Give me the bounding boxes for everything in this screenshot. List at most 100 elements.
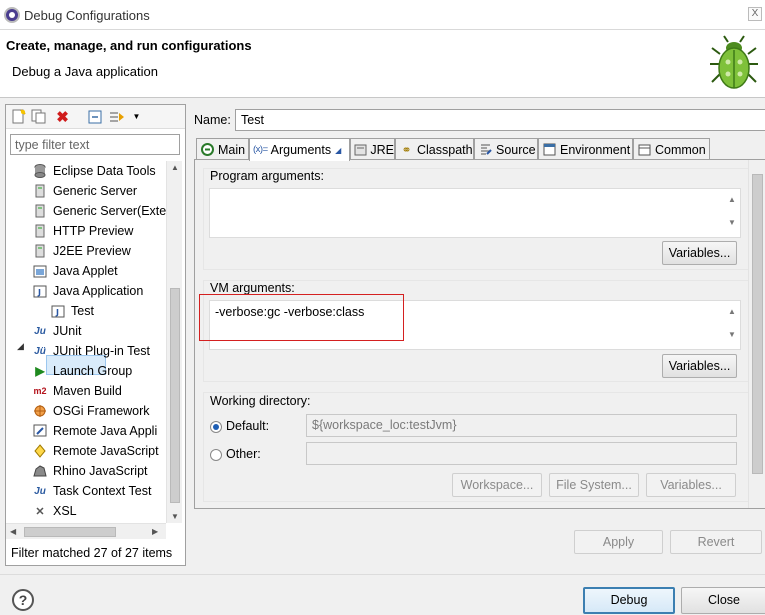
- delete-icon[interactable]: ✖: [54, 108, 71, 126]
- filter-status: Filter matched 27 of 27 items: [11, 546, 173, 560]
- working-dir-variables-button[interactable]: Variables...: [646, 473, 736, 497]
- scroll-thumb[interactable]: [170, 288, 180, 503]
- launch-group-icon: ▶: [35, 364, 45, 378]
- duplicate-icon[interactable]: [30, 108, 47, 125]
- tab-label: Classpath: [417, 142, 473, 157]
- tree-item[interactable]: ✕ XSL: [33, 501, 76, 521]
- rhino-icon: [33, 464, 47, 478]
- close-button[interactable]: Close: [681, 587, 765, 614]
- tab-common[interactable]: Common: [633, 138, 710, 160]
- tree-item[interactable]: ▶ Launch Group: [33, 361, 132, 381]
- tab-source[interactable]: Source: [474, 138, 538, 160]
- java-app-icon: J: [33, 284, 47, 298]
- environment-icon: [542, 143, 557, 157]
- launch-config-toolbar: ✖ ▼: [6, 105, 185, 129]
- help-icon[interactable]: ?: [12, 589, 34, 611]
- tree-item-label: Launch Group: [53, 364, 133, 378]
- other-directory-field[interactable]: [306, 442, 737, 465]
- header-description: Debug a Java application: [12, 64, 158, 79]
- task-context-icon: Ju: [34, 485, 46, 497]
- tree-item-selected[interactable]: J Test: [51, 301, 94, 321]
- server-icon: [33, 224, 47, 238]
- source-icon: [478, 143, 493, 157]
- window-close-button[interactable]: X: [748, 7, 762, 21]
- tree-item[interactable]: Generic Server: [33, 181, 137, 201]
- vm-variables-button[interactable]: Variables...: [662, 354, 737, 378]
- annotation-highlight-box: [199, 294, 404, 341]
- tree-item[interactable]: Jü JUnit Plug-in Test: [33, 341, 150, 361]
- tab-environment[interactable]: Environment: [538, 138, 633, 160]
- tree-item[interactable]: Ju JUnit: [33, 321, 81, 341]
- tab-label: Arguments: [270, 143, 332, 157]
- tree-item-label: Java Applet: [53, 264, 118, 278]
- file-system-button[interactable]: File System...: [549, 473, 639, 497]
- tab-label: Main: [218, 142, 246, 157]
- tree-item-label: Remote JavaScript: [53, 444, 159, 458]
- tree-item-label: JUnit: [53, 324, 82, 338]
- expand-toggle-icon[interactable]: ◢: [17, 341, 24, 352]
- tree-item-label: OSGi Framework: [53, 404, 150, 418]
- new-config-icon[interactable]: [10, 108, 27, 125]
- other-radio[interactable]: [210, 449, 222, 461]
- collapse-all-icon[interactable]: [86, 108, 103, 125]
- tree-item[interactable]: J Java Application: [33, 281, 143, 301]
- tree-item-label: Task Context Test: [53, 484, 152, 498]
- debug-button[interactable]: Debug: [583, 587, 675, 614]
- textarea-scrollbar[interactable]: ▲ ▼: [724, 301, 740, 349]
- scroll-left-icon[interactable]: ◀: [10, 527, 16, 536]
- program-arguments-textarea[interactable]: ▲ ▼: [209, 188, 741, 238]
- tree-item-label: Remote Java Appli: [53, 424, 158, 438]
- tree-item[interactable]: Rhino JavaScript: [33, 461, 148, 481]
- tab-label: Environment: [560, 142, 631, 157]
- filter-icon[interactable]: [108, 108, 125, 125]
- config-name-input[interactable]: Test: [235, 109, 765, 131]
- tree-item[interactable]: Generic Server(Exte: [33, 201, 166, 221]
- tree-item[interactable]: HTTP Preview: [33, 221, 133, 241]
- default-radio[interactable]: [210, 421, 222, 433]
- remote-java-icon: [33, 424, 47, 438]
- dropdown-icon[interactable]: ▼: [128, 108, 145, 125]
- tree-item-label: JUnit Plug-in Test: [53, 344, 151, 358]
- scroll-up-icon[interactable]: ▲: [171, 163, 179, 172]
- workspace-button[interactable]: Workspace...: [452, 473, 542, 497]
- tab-main[interactable]: Main: [196, 138, 249, 160]
- textarea-scrollbar[interactable]: ▲ ▼: [724, 189, 740, 237]
- scroll-right-icon[interactable]: ▶: [152, 527, 158, 536]
- jre-icon: [354, 143, 367, 157]
- tree-item-label: Maven Build: [53, 384, 122, 398]
- scroll-down-icon[interactable]: ▼: [171, 512, 179, 521]
- tree-item[interactable]: J2EE Preview: [33, 241, 131, 261]
- filter-input[interactable]: [10, 134, 180, 155]
- tree-horizontal-scrollbar[interactable]: ◀ ▶: [6, 523, 166, 539]
- apply-button[interactable]: Apply: [574, 530, 663, 554]
- footer-separator: [0, 574, 765, 575]
- tree-item[interactable]: OSGi Framework: [33, 401, 150, 421]
- program-variables-button[interactable]: Variables...: [662, 241, 737, 265]
- junit-plugin-icon: Jü: [34, 345, 46, 357]
- tree-item[interactable]: Ju Task Context Test: [33, 481, 151, 501]
- tab-jre[interactable]: JRE: [350, 138, 395, 160]
- server-icon: [33, 204, 47, 218]
- scroll-thumb[interactable]: [752, 174, 763, 474]
- tree-item-label: Test: [71, 304, 94, 318]
- common-icon: [637, 143, 652, 157]
- tab-classpath[interactable]: ⚭ Classpath: [395, 138, 474, 160]
- tree-item[interactable]: m2 Maven Build: [33, 381, 122, 401]
- config-panel-scrollbar[interactable]: [748, 160, 765, 508]
- tree-item[interactable]: Remote Java Appli: [33, 421, 157, 441]
- arguments-icon: (x)=: [253, 144, 268, 155]
- configuration-tree[interactable]: ◢ Eclipse Data Tools Generic Server Gene…: [6, 161, 166, 523]
- configuration-list-panel: ✖ ▼ ◢ Eclipse Data Tools Generic Server …: [5, 104, 186, 566]
- tree-item-label: HTTP Preview: [53, 224, 134, 238]
- dialog-header: Create, manage, and run configurations D…: [0, 30, 765, 98]
- revert-button[interactable]: Revert: [670, 530, 762, 554]
- tree-item-label: Generic Server(Exte: [53, 204, 166, 218]
- program-arguments-label: Program arguments:: [210, 169, 324, 183]
- tab-arguments[interactable]: (x)= Arguments ◢: [249, 138, 350, 161]
- tree-item[interactable]: Java Applet: [33, 261, 118, 281]
- tree-item[interactable]: Eclipse Data Tools: [33, 161, 156, 181]
- tree-item[interactable]: Remote JavaScript: [33, 441, 159, 461]
- tree-vertical-scrollbar[interactable]: ▲ ▼: [166, 161, 182, 523]
- tree-item-label: Eclipse Data Tools: [53, 164, 156, 178]
- scroll-thumb[interactable]: [24, 527, 116, 537]
